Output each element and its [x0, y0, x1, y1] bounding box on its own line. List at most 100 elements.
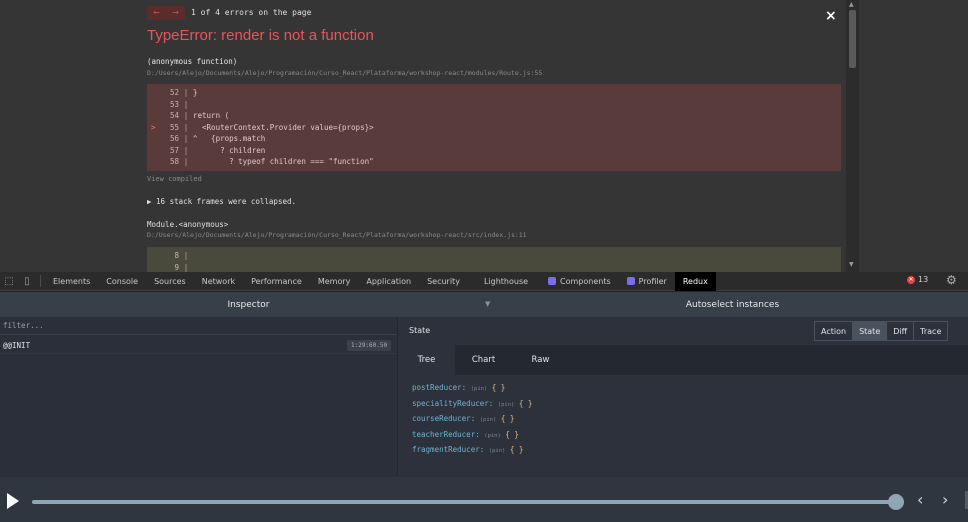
- gutter-bar: |: [183, 88, 189, 97]
- line-number: 57: [169, 145, 179, 155]
- slider-knob[interactable]: [888, 494, 904, 510]
- tree-type: (pin): [488, 448, 506, 454]
- code-line: 53 |: [147, 100, 841, 112]
- code-line: >55 | <RouterContext.Provider value={prop…: [147, 123, 841, 135]
- inspector-dropdown[interactable]: Inspector: [0, 300, 497, 310]
- tree-type: (pin): [470, 386, 488, 392]
- close-overlay-button[interactable]: ×: [825, 8, 837, 24]
- tree-node[interactable]: postReducer: (pin) { }: [412, 383, 532, 399]
- scroll-up-icon[interactable]: ▲: [849, 1, 854, 8]
- error-nav: ← →: [147, 6, 185, 20]
- mode-state-button[interactable]: State: [853, 322, 888, 340]
- code-line: 8 |: [147, 251, 841, 263]
- step-forward-button[interactable]: ›: [942, 490, 948, 509]
- divider: [40, 275, 41, 287]
- tab-performance[interactable]: Performance: [243, 272, 310, 291]
- tab-redux[interactable]: Redux: [674, 271, 716, 291]
- tab-profiler[interactable]: Profiler: [619, 272, 675, 291]
- chevron-down-icon[interactable]: ▼: [485, 300, 490, 308]
- frame-function-name: (anonymous function): [147, 57, 238, 66]
- tree-type: (pin): [484, 432, 501, 439]
- tree-value: { }: [518, 398, 533, 408]
- gutter-bar: |: [183, 145, 189, 155]
- play-icon[interactable]: [7, 493, 19, 509]
- tab-security[interactable]: Security: [419, 272, 468, 291]
- line-code: ? typeof children === "function": [193, 157, 374, 166]
- gutter-bar: |: [183, 134, 189, 143]
- action-row[interactable]: @@INIT 1:29:60.50: [0, 336, 397, 354]
- tree-type: (pin): [479, 417, 497, 423]
- subtab-chart[interactable]: Chart: [455, 345, 512, 375]
- mode-diff-button[interactable]: Diff: [887, 322, 915, 340]
- line-number: 8: [174, 251, 179, 260]
- gear-icon[interactable]: ⚙: [946, 273, 957, 287]
- tree-node[interactable]: fragmentReducer: (pin) { }: [412, 445, 532, 461]
- line-code: ^ {props.match: [193, 134, 266, 143]
- tab-application[interactable]: Application: [358, 272, 419, 291]
- collapsed-frames-toggle[interactable]: ▶ 16 stack frames were collapsed.: [147, 197, 296, 206]
- devtools-tabbar: ⬚ ▯ Elements Console Sources Network Per…: [0, 271, 968, 291]
- tab-components[interactable]: Components: [540, 272, 619, 291]
- code-line: 57 | ? children: [147, 146, 841, 158]
- filter-input[interactable]: filter...: [0, 317, 397, 335]
- tab-profiler-label: Profiler: [638, 276, 667, 286]
- state-pane: State Action State Diff Trace Tree Chart…: [397, 317, 968, 477]
- subtab-tree[interactable]: Tree: [398, 345, 455, 375]
- tab-network[interactable]: Network: [194, 272, 243, 291]
- tree-node[interactable]: specialityReducer: (pin) { }: [412, 399, 532, 415]
- tree-value: { }: [491, 383, 506, 392]
- code-line: 56 | ^ {props.match: [147, 134, 841, 146]
- mode-action-button[interactable]: Action: [815, 322, 854, 340]
- line-code: return (: [193, 111, 230, 120]
- tree-node[interactable]: teacherReducer: (pin) { }: [412, 430, 532, 446]
- gutter-bar: |: [183, 122, 189, 132]
- scroll-thumb[interactable]: [849, 10, 856, 68]
- tab-memory[interactable]: Memory: [310, 272, 359, 291]
- tree-type: (pin): [497, 401, 515, 408]
- step-back-button[interactable]: ‹: [917, 490, 923, 509]
- tree-node[interactable]: courseReducer: (pin) { }: [412, 414, 532, 430]
- action-time: 1:29:60.50: [347, 340, 392, 351]
- inspect-element-icon[interactable]: ⬚: [0, 272, 18, 291]
- error-badge-count: 13: [918, 275, 929, 284]
- tab-elements[interactable]: Elements: [45, 272, 98, 291]
- redux-header: Inspector Autoselect instances: [0, 292, 968, 317]
- react-icon: [626, 277, 635, 285]
- autoselect-instances-dropdown[interactable]: Autoselect instances: [497, 300, 968, 310]
- gutter-bar: |: [183, 157, 189, 166]
- tab-components-label: Components: [560, 276, 611, 286]
- slider-track[interactable]: [32, 500, 896, 504]
- frame-file-path[interactable]: D:/Users/Alejo/Documents/Alejo/Programac…: [147, 69, 542, 77]
- tree-value: { }: [509, 445, 524, 454]
- view-compiled-link[interactable]: View compiled: [147, 175, 202, 183]
- error-badge[interactable]: ✕ 13: [907, 275, 928, 284]
- line-code: <RouterContext.Provider value={props}>: [193, 122, 374, 132]
- tab-lighthouse[interactable]: Lighthouse: [468, 272, 540, 291]
- mode-trace-button[interactable]: Trace: [914, 322, 948, 340]
- state-label: State: [409, 326, 431, 335]
- subtab-raw[interactable]: Raw: [512, 345, 569, 375]
- tab-console[interactable]: Console: [98, 272, 146, 291]
- error-panel: ← → 1 of 4 errors on the page × TypeErro…: [137, 0, 859, 272]
- gutter-bar: |: [183, 251, 189, 260]
- error-title: TypeError: render is not a function: [147, 27, 374, 44]
- gutter-bar: |: [183, 111, 189, 120]
- frame-file-path-2[interactable]: D:/Users/Alejo/Documents/Alejo/Programac…: [147, 231, 527, 239]
- tree-key: courseReducer:: [412, 414, 476, 423]
- device-toolbar-icon[interactable]: ▯: [18, 272, 36, 291]
- tree-value: { }: [505, 429, 519, 439]
- prev-error-button[interactable]: ←: [153, 6, 160, 20]
- tab-sources[interactable]: Sources: [146, 272, 194, 291]
- code-snippet: 52 |} 53 | 54 | return (>55 | <RouterContext.Pr…: [147, 84, 841, 171]
- next-error-button[interactable]: →: [172, 6, 179, 20]
- scroll-down-icon[interactable]: ▼: [849, 261, 854, 268]
- line-number: 58: [169, 157, 179, 166]
- mode-switch: Action State Diff Trace: [814, 321, 949, 341]
- tree-key: teacherReducer:: [412, 429, 480, 439]
- gutter-bar: |: [183, 99, 189, 109]
- tree-value: { }: [500, 414, 515, 423]
- line-code: ? children: [193, 145, 266, 155]
- code-line: 52 |}: [147, 88, 841, 100]
- error-icon: ✕: [907, 275, 915, 284]
- overlay-scrollbar[interactable]: ▲ ▼: [846, 0, 859, 272]
